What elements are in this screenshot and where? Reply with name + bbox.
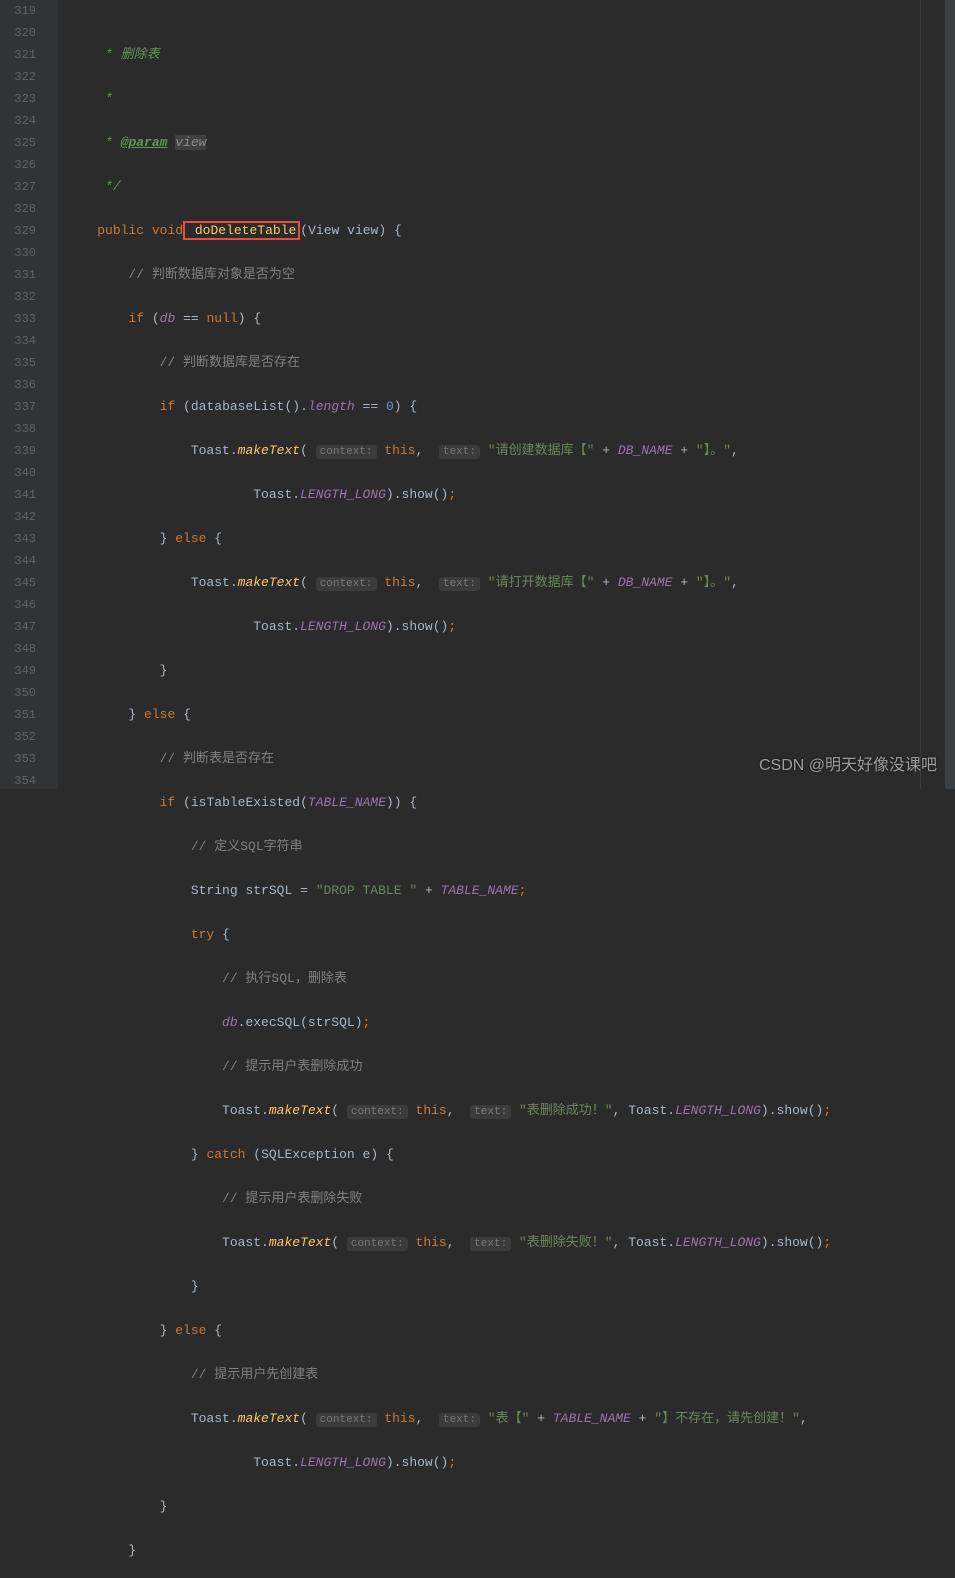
line-number: 350 — [0, 682, 36, 704]
line-number: 342 — [0, 506, 36, 528]
code-line: * 删除表 — [66, 44, 955, 66]
line-number: 329 — [0, 220, 36, 242]
line-number: 335 — [0, 352, 36, 374]
param-hint: text: — [439, 445, 480, 459]
vertical-scrollbar[interactable] — [945, 0, 955, 789]
param-hint: context: — [316, 577, 377, 591]
param-hint: context: — [347, 1105, 408, 1119]
line-number: 345 — [0, 572, 36, 594]
line-number: 326 — [0, 154, 36, 176]
line-number: 324 — [0, 110, 36, 132]
code-line: Toast.makeText( context: this, text: "表删… — [66, 1232, 955, 1254]
code-line: // 提示用户先创建表 — [66, 1364, 955, 1386]
code-line: // 提示用户表删除失败 — [66, 1188, 955, 1210]
line-number: 331 — [0, 264, 36, 286]
code-line: Toast.LENGTH_LONG).show(); — [66, 1452, 955, 1474]
line-number: 346 — [0, 594, 36, 616]
line-number: 334 — [0, 330, 36, 352]
line-number: 352 — [0, 726, 36, 748]
line-number: 348 — [0, 638, 36, 660]
param-hint: text: — [470, 1237, 511, 1251]
line-number: 330 — [0, 242, 36, 264]
code-editor[interactable]: 319 320 321 322 323 324 325 326 327 328 … — [0, 0, 955, 789]
code-line: Toast.makeText( context: this, text: "表【… — [66, 1408, 955, 1430]
code-line: // 判断数据库是否存在 — [66, 352, 955, 374]
code-line: public void doDeleteTable(View view) { — [66, 220, 955, 242]
code-line: * — [66, 88, 955, 110]
code-area[interactable]: * 删除表 * * @param view */ public void doD… — [58, 0, 955, 789]
code-line: db.execSQL(strSQL); — [66, 1012, 955, 1034]
line-number: 343 — [0, 528, 36, 550]
line-number: 337 — [0, 396, 36, 418]
code-line: } catch (SQLException e) { — [66, 1144, 955, 1166]
line-number: 336 — [0, 374, 36, 396]
code-line: Toast.makeText( context: this, text: "表删… — [66, 1100, 955, 1122]
right-margin-line — [920, 0, 921, 789]
code-line: try { — [66, 924, 955, 946]
line-number: 325 — [0, 132, 36, 154]
line-number: 322 — [0, 66, 36, 88]
watermark-text: CSDN @明天好像没课吧 — [759, 751, 937, 775]
code-line: // 判断数据库对象是否为空 — [66, 264, 955, 286]
code-line: } else { — [66, 704, 955, 726]
param-hint: context: — [316, 1413, 377, 1427]
line-number: 353 — [0, 748, 36, 770]
param-hint: text: — [439, 577, 480, 591]
line-number: 327 — [0, 176, 36, 198]
line-number: 351 — [0, 704, 36, 726]
code-line: Toast.LENGTH_LONG).show(); — [66, 616, 955, 638]
code-line: Toast.LENGTH_LONG).show(); — [66, 484, 955, 506]
code-line: if (db == null) { — [66, 308, 955, 330]
line-number: 323 — [0, 88, 36, 110]
line-number: 320 — [0, 22, 36, 44]
code-line: if (databaseList().length == 0) { — [66, 396, 955, 418]
line-number: 347 — [0, 616, 36, 638]
line-number: 339 — [0, 440, 36, 462]
code-line: Toast.makeText( context: this, text: "请打… — [66, 572, 955, 594]
code-line: } else { — [66, 1320, 955, 1342]
line-number: 319 — [0, 0, 36, 22]
param-hint: context: — [316, 445, 377, 459]
line-number: 341 — [0, 484, 36, 506]
code-line: // 提示用户表删除成功 — [66, 1056, 955, 1078]
code-line: */ — [66, 176, 955, 198]
line-number: 333 — [0, 308, 36, 330]
code-line: Toast.makeText( context: this, text: "请创… — [66, 440, 955, 462]
line-number: 338 — [0, 418, 36, 440]
code-line: // 定义SQL字符串 — [66, 836, 955, 858]
line-number: 340 — [0, 462, 36, 484]
code-line: // 执行SQL，删除表 — [66, 968, 955, 990]
code-line: String strSQL = "DROP TABLE " + TABLE_NA… — [66, 880, 955, 902]
code-line: } else { — [66, 528, 955, 550]
line-number-gutter: 319 320 321 322 323 324 325 326 327 328 … — [0, 0, 42, 789]
line-number: 349 — [0, 660, 36, 682]
fold-gutter[interactable] — [42, 0, 58, 789]
line-number: 321 — [0, 44, 36, 66]
code-line: } — [66, 1540, 955, 1562]
highlighted-method: doDeleteTable — [183, 221, 300, 240]
code-line: } — [66, 1276, 955, 1298]
line-number: 332 — [0, 286, 36, 308]
param-hint: context: — [347, 1237, 408, 1251]
param-hint: text: — [470, 1105, 511, 1119]
line-number: 328 — [0, 198, 36, 220]
code-line: } — [66, 660, 955, 682]
param-hint: text: — [439, 1413, 480, 1427]
code-line: if (isTableExisted(TABLE_NAME)) { — [66, 792, 955, 814]
code-line: } — [66, 1496, 955, 1518]
code-line: * @param view — [66, 132, 955, 154]
line-number: 344 — [0, 550, 36, 572]
